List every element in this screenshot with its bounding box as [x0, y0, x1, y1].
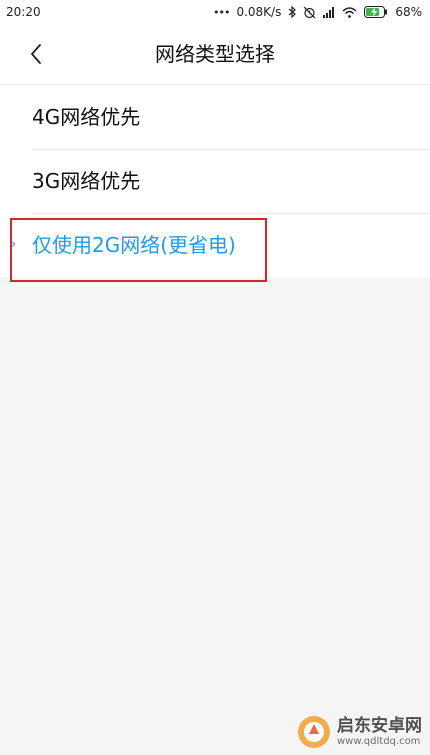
watermark-title: 启东安卓网 — [337, 716, 422, 737]
battery-charging-icon — [364, 6, 388, 18]
watermark: 启东安卓网 www.qdltdq.com — [297, 715, 422, 749]
wifi-icon — [342, 6, 357, 18]
option-label: 3G网络优先 — [32, 169, 141, 193]
alarm-off-icon — [303, 6, 316, 19]
more-dots: ••• — [212, 5, 230, 19]
page-title: 网络类型选择 — [155, 42, 275, 66]
back-arrow-icon — [31, 44, 41, 64]
signal-icon — [323, 6, 335, 18]
battery-level: 68% — [395, 5, 422, 19]
watermark-logo-icon — [298, 716, 330, 748]
status-icons: ••• 0.08K/s 68% — [213, 5, 422, 19]
status-bar: 20:20 ••• 0.08K/s 68% — [0, 0, 430, 24]
watermark-url: www.qdltdq.com — [337, 735, 421, 747]
option-label: 4G网络优先 — [32, 105, 141, 129]
nav-bar: 网络类型选择 — [0, 24, 430, 85]
option-3g-preferred[interactable]: 3G网络优先 — [0, 149, 430, 213]
back-button[interactable] — [20, 38, 52, 70]
option-2g-only[interactable]: › 仅使用2G网络(更省电) — [0, 213, 430, 277]
status-time: 20:20 — [6, 5, 41, 19]
network-type-list: 4G网络优先 3G网络优先 › 仅使用2G网络(更省电) — [0, 85, 430, 277]
selected-check-icon: › — [11, 237, 17, 252]
option-label: 仅使用2G网络(更省电) — [32, 233, 236, 257]
network-speed: 0.08K/s — [236, 5, 282, 19]
bluetooth-icon — [288, 6, 297, 18]
option-4g-preferred[interactable]: 4G网络优先 — [0, 85, 430, 149]
